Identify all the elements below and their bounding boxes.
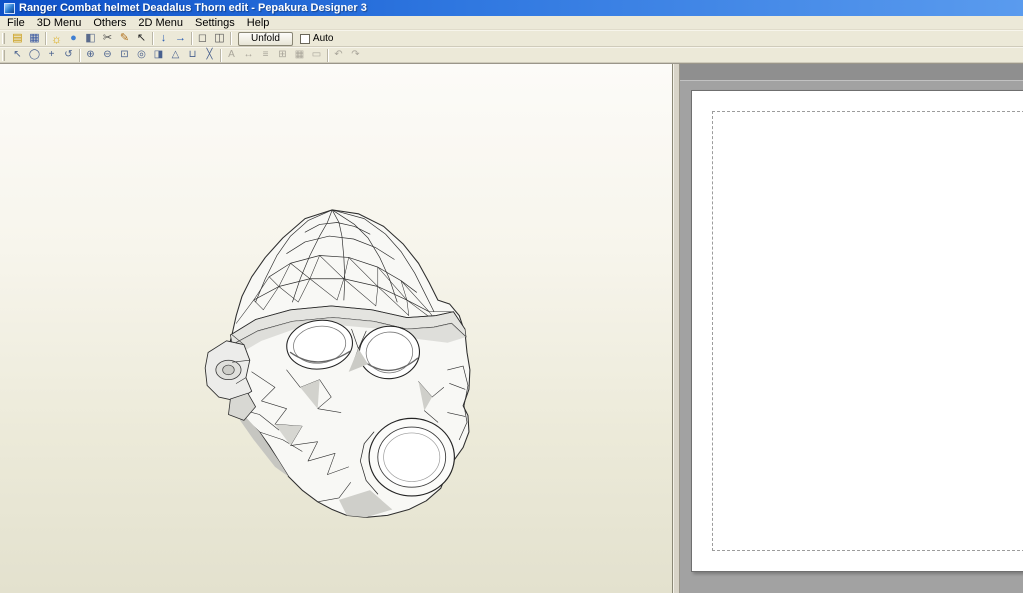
zoom-out-icon[interactable]: ⊖	[99, 48, 116, 63]
move-part-icon[interactable]: +	[43, 48, 60, 63]
toolbar-separator	[191, 32, 192, 45]
menu-3d-menu[interactable]: 3D Menu	[31, 16, 88, 30]
pan-view-icon[interactable]: ◎	[133, 48, 150, 63]
scissors-icon[interactable]: ✂	[99, 31, 116, 46]
align-icon: ≡	[257, 48, 274, 63]
redo-icon: ↷	[347, 48, 364, 63]
pen-icon[interactable]: ✎	[116, 31, 133, 46]
toolbar-separator	[152, 32, 153, 45]
titlebar[interactable]: Ranger Combat helmet Deadalus Thorn edit…	[0, 0, 1023, 16]
save-icon[interactable]: ▦	[26, 31, 43, 46]
menu-settings[interactable]: Settings	[189, 16, 241, 30]
open-file-icon[interactable]: ▤	[9, 31, 26, 46]
main-toolbar: ▤ ▦ ☼ ● ◧ ✂ ✎ ↖ ↓ → ◻ ◫ Unfold Auto	[0, 30, 1023, 47]
page-margin-guide	[712, 111, 1023, 551]
mirror-icon[interactable]: ◧	[82, 31, 99, 46]
import-arrow-icon[interactable]: ↓	[155, 31, 172, 46]
arrange-parts-icon: ⊞	[274, 48, 291, 63]
window-title: Ranger Combat helmet Deadalus Thorn edit…	[19, 2, 367, 14]
undo-icon: ↶	[330, 48, 347, 63]
single-view-icon[interactable]: ◻	[194, 31, 211, 46]
toolbar-grip	[2, 50, 5, 61]
pattern-page	[691, 90, 1023, 572]
split-view-icon[interactable]: ◫	[211, 31, 228, 46]
toolbar-grip	[2, 33, 5, 44]
toolbar-separator	[79, 49, 80, 62]
rotate-part-icon[interactable]: ↺	[60, 48, 77, 63]
zoom-in-icon[interactable]: ⊕	[82, 48, 99, 63]
divide-face-icon[interactable]: △	[167, 48, 184, 63]
page-setup-icon: ▭	[308, 48, 325, 63]
menu-2d-menu[interactable]: 2D Menu	[132, 16, 189, 30]
material-sphere-icon[interactable]: ●	[65, 31, 82, 46]
toolbar-separator	[230, 32, 231, 45]
light-bulb-icon[interactable]: ☼	[48, 31, 65, 46]
app-icon[interactable]	[4, 3, 15, 14]
unfold-button[interactable]: Unfold	[238, 32, 293, 46]
cut-edge-icon[interactable]: ╳	[201, 48, 218, 63]
toolbar-separator	[220, 49, 221, 62]
main-split-area	[0, 63, 1023, 593]
3d-viewport[interactable]	[0, 64, 673, 593]
helmet-3d-model	[193, 207, 485, 527]
pattern-view-top-strip	[680, 64, 1023, 81]
join-edge-icon[interactable]: ⊔	[184, 48, 201, 63]
select-arrow-icon[interactable]: ↖	[9, 48, 26, 63]
app-window: Ranger Combat helmet Deadalus Thorn edit…	[0, 0, 1023, 593]
menu-others[interactable]: Others	[87, 16, 132, 30]
menubar: File 3D Menu Others 2D Menu Settings Hel…	[0, 16, 1023, 30]
toolbar-separator	[327, 49, 328, 62]
auto-checkbox[interactable]	[300, 34, 310, 44]
auto-unfold-control: Auto	[300, 33, 334, 44]
2d-edit-toolbar: ↖ ◯ + ↺ ⊕ ⊖ ⊡ ◎ ◨ △ ⊔ ╳ A ↔ ≡ ⊞ ▦ ▭ ↶ ↷	[0, 47, 1023, 63]
export-arrow-icon[interactable]: →	[172, 31, 189, 46]
add-text-icon: A	[223, 48, 240, 63]
auto-checkbox-label: Auto	[313, 33, 334, 44]
menu-help[interactable]: Help	[241, 16, 276, 30]
show-grid-icon: ▦	[291, 48, 308, 63]
select-lasso-icon[interactable]: ◯	[26, 48, 43, 63]
toolbar-separator	[45, 32, 46, 45]
edit-flap-icon[interactable]: ◨	[150, 48, 167, 63]
pane-splitter[interactable]	[673, 64, 680, 593]
fit-page-icon[interactable]: ⊡	[116, 48, 133, 63]
2d-pattern-viewport[interactable]	[680, 64, 1023, 593]
pointer-icon[interactable]: ↖	[133, 31, 150, 46]
measure-icon: ↔	[240, 48, 257, 63]
menu-file[interactable]: File	[1, 16, 31, 30]
